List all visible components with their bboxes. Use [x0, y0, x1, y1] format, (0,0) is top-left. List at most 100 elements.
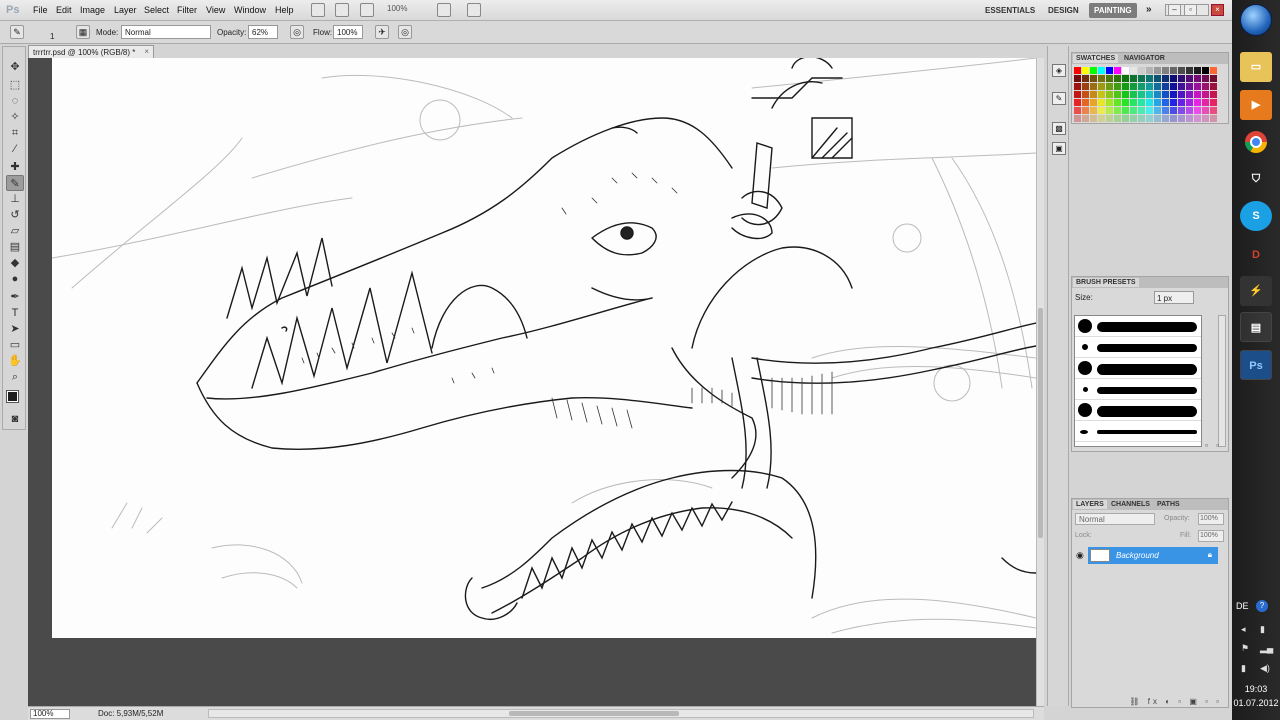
battery-icon[interactable]: ▮ [1241, 663, 1246, 674]
media-player-icon[interactable]: ▶ [1240, 90, 1272, 120]
workspace-design[interactable]: DESIGN [1043, 3, 1084, 18]
zoom-tool-icon[interactable]: ⌕ [6, 369, 24, 385]
menu-view[interactable]: View [206, 5, 225, 15]
volume-icon[interactable]: ◀) [1260, 663, 1270, 674]
color-swatch[interactable] [1194, 91, 1201, 98]
brush-size-input[interactable]: 1 px [1154, 291, 1194, 304]
color-swatch[interactable] [1210, 67, 1217, 74]
color-swatch[interactable] [1106, 83, 1113, 90]
tab-brush-presets[interactable]: BRUSH PRESETS [1073, 278, 1139, 287]
color-swatch[interactable] [1138, 115, 1145, 122]
pressure-opacity-icon[interactable]: ◎ [290, 25, 304, 39]
color-swatch[interactable] [1154, 75, 1161, 82]
selected-layer[interactable]: Background 🔒︎ [1088, 547, 1218, 564]
color-swatch[interactable] [1090, 75, 1097, 82]
color-swatch[interactable] [1146, 75, 1153, 82]
brush-preset-item[interactable] [1075, 379, 1201, 400]
color-swatch[interactable] [1154, 83, 1161, 90]
brush-list-scrollbar[interactable] [1218, 315, 1226, 447]
brush-preset-item[interactable] [1075, 358, 1201, 379]
show-hidden-icons-icon[interactable]: ◂ [1241, 624, 1246, 635]
color-swatch[interactable] [1138, 75, 1145, 82]
eraser-tool-icon[interactable]: ▱ [6, 223, 24, 239]
layer-opacity-input[interactable]: 100% [1198, 513, 1224, 525]
color-swatch[interactable] [1098, 91, 1105, 98]
color-swatch[interactable] [1114, 99, 1121, 106]
color-swatch[interactable] [1098, 83, 1105, 90]
color-swatch[interactable] [1106, 67, 1113, 74]
color-swatch[interactable] [1186, 107, 1193, 114]
color-swatch[interactable] [1178, 99, 1185, 106]
menu-edit[interactable]: Edit [56, 5, 72, 15]
history-brush-tool-icon[interactable]: ↺ [6, 207, 24, 223]
tool-presets-panel-icon[interactable]: ✎ [1052, 92, 1066, 105]
color-swatch[interactable] [1106, 75, 1113, 82]
color-swatch[interactable] [1090, 107, 1097, 114]
document-tab[interactable]: trrrtrr.psd @ 100% (RGB/8) * × [28, 45, 154, 58]
color-swatch[interactable] [1106, 99, 1113, 106]
color-swatch[interactable] [1186, 115, 1193, 122]
color-swatch[interactable] [1202, 67, 1209, 74]
horizontal-scroll-thumb[interactable] [509, 711, 679, 716]
color-swatch[interactable] [1130, 99, 1137, 106]
brush-preset-item[interactable] [1075, 421, 1201, 442]
color-swatch[interactable] [1122, 67, 1129, 74]
color-swatch[interactable] [1186, 75, 1193, 82]
color-swatch[interactable] [1098, 107, 1105, 114]
opacity-input[interactable]: 62% [248, 25, 278, 39]
color-swatch[interactable] [1074, 83, 1081, 90]
dodge-tool-icon[interactable]: ● [6, 271, 24, 287]
color-swatch[interactable] [1114, 107, 1121, 114]
document-size-status[interactable]: Doc: 5,93M/5,52M [98, 709, 163, 718]
color-swatch[interactable] [1122, 99, 1129, 106]
color-swatch[interactable] [1114, 115, 1121, 122]
color-swatch[interactable] [1154, 67, 1161, 74]
foreground-color-swatch[interactable] [6, 390, 19, 403]
color-swatch[interactable] [1178, 83, 1185, 90]
color-swatch[interactable] [1170, 99, 1177, 106]
lasso-tool-icon[interactable]: ◌ [6, 93, 24, 109]
clock-time[interactable]: 19:03 [1232, 684, 1280, 694]
color-swatch[interactable] [1202, 107, 1209, 114]
crop-tool-icon[interactable]: ⌗ [6, 125, 24, 141]
layer-name[interactable]: Background [1116, 551, 1159, 560]
color-swatch[interactable] [1106, 107, 1113, 114]
workspace-essentials[interactable]: ESSENTIALS [980, 3, 1040, 18]
brush-tool-icon[interactable]: ✎ [6, 175, 24, 191]
color-swatch[interactable] [1138, 99, 1145, 106]
color-swatch[interactable] [1186, 67, 1193, 74]
color-swatch[interactable] [1178, 75, 1185, 82]
color-swatch[interactable] [1090, 115, 1097, 122]
color-swatch[interactable] [1202, 83, 1209, 90]
brush-panel-icon[interactable]: ▩ [1052, 122, 1066, 135]
color-swatch[interactable] [1098, 75, 1105, 82]
color-swatch[interactable] [1146, 67, 1153, 74]
zoom-status-field[interactable]: 100% [30, 709, 70, 719]
language-indicator[interactable]: DE [1236, 601, 1249, 611]
color-swatch[interactable] [1162, 75, 1169, 82]
layer-visibility-eye-icon[interactable]: ◉ [1076, 550, 1084, 561]
brush-preset-item[interactable] [1075, 400, 1201, 421]
menu-help[interactable]: Help [275, 5, 294, 15]
arrange-documents-icon[interactable] [437, 3, 451, 17]
photoshop-taskbar-icon[interactable]: Ps [1240, 350, 1272, 380]
color-swatch[interactable] [1154, 91, 1161, 98]
color-swatch[interactable] [1082, 115, 1089, 122]
start-button[interactable] [1240, 4, 1272, 36]
color-swatch[interactable] [1210, 75, 1217, 82]
color-swatch[interactable] [1210, 91, 1217, 98]
minimize-icon[interactable]: – [1168, 4, 1181, 16]
signal-icon[interactable]: ▂▄ [1260, 643, 1273, 654]
color-swatch[interactable] [1162, 115, 1169, 122]
screen-mode-icon[interactable] [467, 3, 481, 17]
tab-swatches[interactable]: SWATCHES [1073, 54, 1119, 63]
color-swatch[interactable] [1114, 91, 1121, 98]
color-swatch[interactable] [1122, 91, 1129, 98]
color-swatch[interactable] [1122, 107, 1129, 114]
color-swatch[interactable] [1210, 107, 1217, 114]
color-swatch[interactable] [1186, 99, 1193, 106]
brush-preset-item[interactable] [1075, 337, 1201, 358]
color-swatch[interactable] [1146, 115, 1153, 122]
color-swatch[interactable] [1098, 99, 1105, 106]
menu-file[interactable]: File [33, 5, 48, 15]
